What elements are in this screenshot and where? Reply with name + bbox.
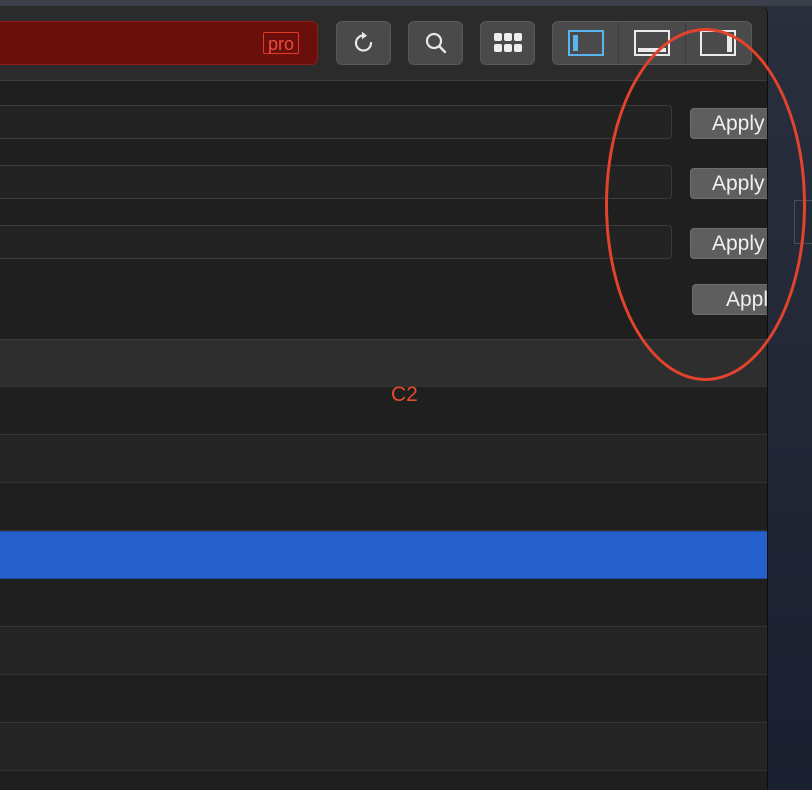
list-item[interactable] xyxy=(0,675,767,723)
grid-icon xyxy=(493,33,522,52)
apply-button-4[interactable]: Apply xyxy=(692,284,767,315)
item-list xyxy=(0,339,767,790)
search-icon xyxy=(425,32,446,54)
address-bar[interactable]: pro xyxy=(0,21,318,65)
apply-button-2[interactable]: Apply xyxy=(690,168,767,199)
list-item[interactable] xyxy=(0,435,767,483)
layout-bottom-panel-icon xyxy=(633,30,670,56)
apps-grid-button[interactable] xyxy=(480,21,535,65)
list-item[interactable] xyxy=(0,483,767,531)
list-item[interactable] xyxy=(0,579,767,627)
search-button[interactable] xyxy=(408,21,463,65)
reload-button[interactable] xyxy=(336,21,391,65)
apply-button-1[interactable]: Apply xyxy=(690,108,767,139)
background-window-edge xyxy=(794,200,812,244)
browser-window: pro Apply Apply Apply Appl xyxy=(0,6,768,790)
pro-badge: pro xyxy=(262,32,299,54)
setting-field-2[interactable] xyxy=(0,165,672,199)
setting-field-3[interactable] xyxy=(0,225,672,259)
list-item[interactable] xyxy=(0,627,767,675)
annotation-label: C2 xyxy=(391,383,418,406)
apply-button-3[interactable]: Apply xyxy=(690,228,767,259)
layout-left-panel-button[interactable] xyxy=(553,22,620,64)
list-item[interactable] xyxy=(0,387,767,435)
setting-field-1[interactable] xyxy=(0,105,672,139)
settings-form: Apply Apply Apply Apply xyxy=(0,81,767,339)
list-item[interactable] xyxy=(0,771,767,790)
reload-icon xyxy=(354,31,372,52)
list-header[interactable] xyxy=(0,339,767,387)
layout-toggle-group xyxy=(552,21,752,65)
layout-left-panel-icon xyxy=(567,30,604,56)
layout-right-panel-icon xyxy=(700,30,737,56)
layout-right-panel-button[interactable] xyxy=(686,22,751,64)
list-item[interactable] xyxy=(0,723,767,771)
layout-bottom-panel-button[interactable] xyxy=(619,22,686,64)
toolbar: pro xyxy=(0,6,767,81)
list-item-selected[interactable] xyxy=(0,531,767,579)
